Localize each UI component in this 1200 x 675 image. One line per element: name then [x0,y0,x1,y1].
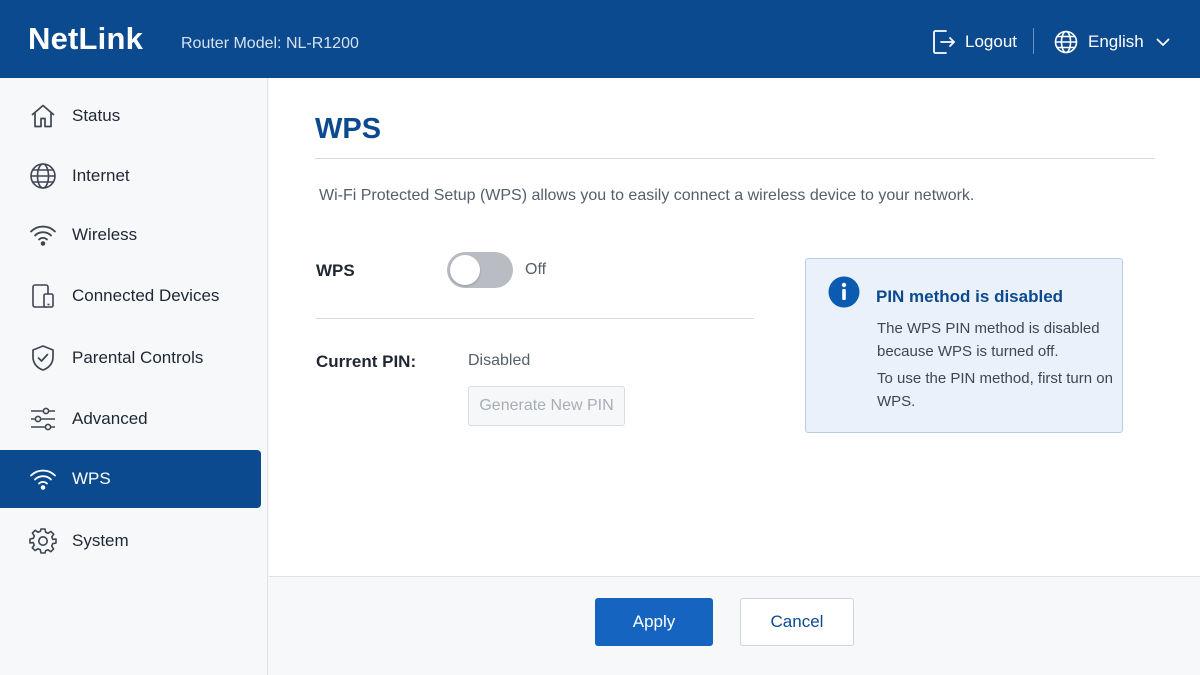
sidebar: Status Internet Wireless Connected Devic… [0,78,268,675]
main-panel: WPS Wi-Fi Protected Setup (WPS) allows y… [269,78,1200,576]
header-divider [1033,28,1034,54]
wps-label: WPS [316,261,355,280]
sidebar-item-label: WPS [72,469,111,488]
wifi-icon [29,221,57,249]
brand-logo: NetLink [28,21,144,56]
globe-icon [1054,30,1078,54]
sidebar-item-wps[interactable]: WPS [0,450,261,508]
top-header: NetLink Router Model: NL-R1200 Logout En… [0,0,1200,78]
current-pin-label: Current PIN: [316,352,417,371]
sidebar-item-label: Wireless [72,225,138,244]
gear-icon [29,527,57,555]
wps-toggle[interactable] [447,252,513,288]
section-divider [316,318,754,319]
language-label: English [1088,32,1144,51]
info-text-1: The WPS PIN method is disabled because W… [877,320,1100,360]
sidebar-item-label: Advanced [72,409,148,428]
home-icon [29,102,57,130]
devices-icon [29,282,57,310]
page-title: WPS [315,113,382,145]
sidebar-item-status[interactable]: Status [0,87,261,145]
current-pin-value: Disabled [468,352,531,369]
sidebar-item-connected-devices[interactable]: Connected Devices [0,267,261,325]
wifi-icon [29,465,57,493]
sliders-icon [29,405,57,433]
sidebar-item-internet[interactable]: Internet [0,147,261,205]
sidebar-item-wireless[interactable]: Wireless [0,206,261,264]
title-divider [315,158,1155,159]
logout-icon [932,29,956,55]
globe-icon [29,162,57,190]
cancel-button[interactable]: Cancel [740,598,854,646]
sidebar-item-advanced[interactable]: Advanced [0,390,261,448]
logout-button[interactable]: Logout [932,28,1017,56]
sidebar-item-parental-controls[interactable]: Parental Controls [0,329,261,387]
info-title: PIN method is disabled [876,287,1064,306]
page-description: Wi-Fi Protected Setup (WPS) allows you t… [319,187,975,204]
shield-check-icon [29,344,57,372]
info-icon [828,276,860,308]
generate-pin-button[interactable]: Generate New PIN [468,386,625,426]
sidebar-item-label: Internet [72,166,130,185]
router-model: Router Model: NL-R1200 [181,35,359,52]
apply-button[interactable]: Apply [595,598,713,646]
info-text-2: To use the PIN method, first turn on WPS… [877,370,1113,410]
wps-state-text: Off [525,261,547,278]
toggle-knob [450,255,480,285]
sidebar-item-label: Connected Devices [72,286,220,305]
sidebar-item-system[interactable]: System [0,512,261,570]
sidebar-item-label: Status [72,106,121,125]
sidebar-item-label: System [72,531,129,550]
action-footer: Apply Cancel [269,576,1200,675]
language-selector[interactable]: English [1054,28,1170,56]
sidebar-item-label: Parental Controls [72,348,204,367]
info-panel: PIN method is disabled The WPS PIN metho… [805,258,1123,433]
logout-label: Logout [965,32,1017,51]
chevron-down-icon [1156,38,1170,47]
